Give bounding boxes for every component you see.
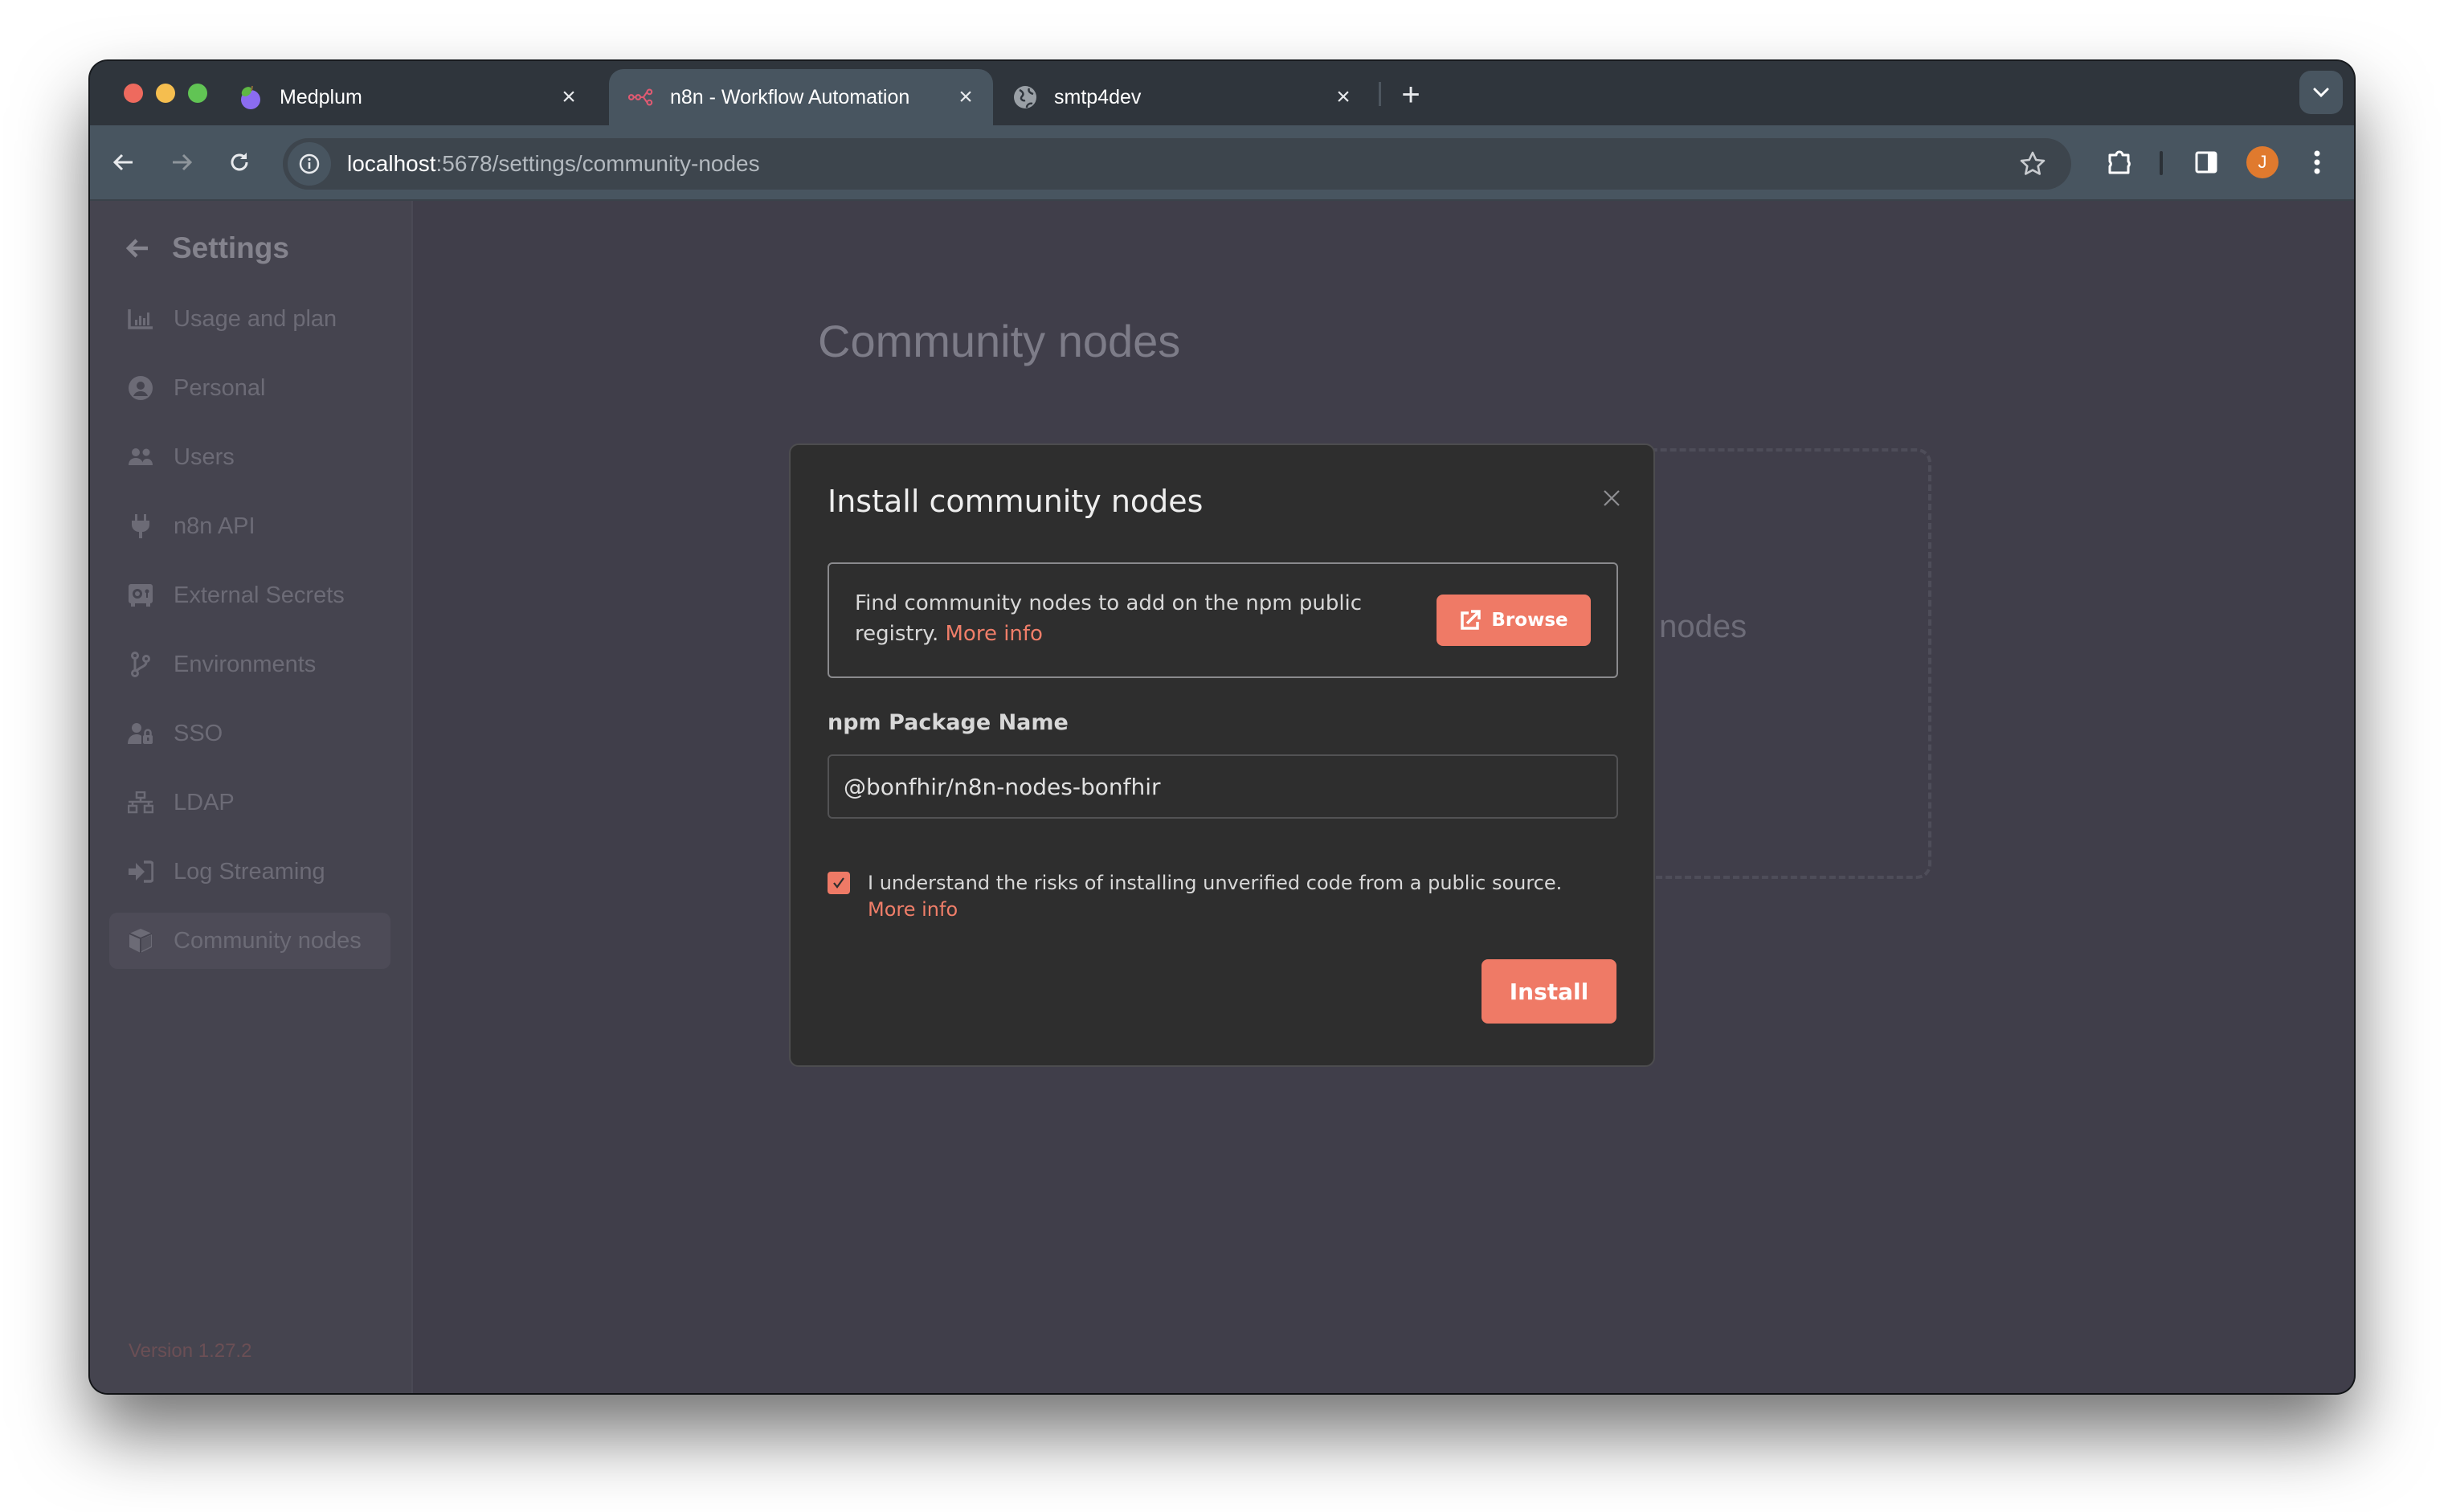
side-panel-icon <box>2195 151 2217 174</box>
arrow-left-icon[interactable] <box>125 235 151 261</box>
new-tab-button[interactable]: + <box>1393 77 1428 112</box>
close-tab-icon[interactable]: × <box>553 81 585 113</box>
close-window-button[interactable] <box>124 84 143 103</box>
vault-icon <box>127 582 154 609</box>
tab-separator <box>1379 82 1381 106</box>
tab-smtp4dev[interactable]: smtp4dev × <box>993 69 1371 125</box>
plug-icon <box>127 513 154 540</box>
sidebar-item-community-nodes[interactable]: Community nodes <box>109 913 390 969</box>
info-text: Find community nodes to add on the npm p… <box>855 588 1401 649</box>
users-icon <box>127 443 154 471</box>
risk-more-info-link[interactable]: More info <box>868 898 958 921</box>
bookmark-star-icon[interactable] <box>2015 146 2050 182</box>
sidebar-item-ldap[interactable]: LDAP <box>109 774 390 831</box>
close-icon <box>1604 490 1620 506</box>
risk-acknowledge-checkbox[interactable] <box>828 872 850 894</box>
sidebar-item-label: LDAP <box>174 789 235 815</box>
back-button[interactable] <box>104 143 143 182</box>
forward-button[interactable] <box>162 143 201 182</box>
risk-acknowledge-label[interactable]: I understand the risks of installing unv… <box>868 868 1562 898</box>
dialog-close-button[interactable] <box>1597 484 1626 513</box>
site-info-icon[interactable] <box>288 142 331 186</box>
settings-sidebar: Settings Usage and plan Personal Users n… <box>90 201 413 1393</box>
user-circle-icon <box>127 374 154 402</box>
close-tab-icon[interactable]: × <box>1327 81 1359 113</box>
extensions-button[interactable] <box>2100 143 2139 182</box>
settings-header[interactable]: Settings <box>125 231 289 265</box>
arrow-right-icon <box>173 153 193 171</box>
profile-avatar[interactable]: J <box>2246 146 2278 178</box>
external-link-icon <box>1461 610 1482 630</box>
url-path: :5678/settings/community-nodes <box>435 151 760 176</box>
sidebar-item-personal[interactable]: Personal <box>109 360 390 416</box>
sign-in-icon <box>127 858 154 885</box>
sidebar-item-log-streaming[interactable]: Log Streaming <box>109 844 390 900</box>
git-branch-icon <box>127 651 154 678</box>
globe-icon <box>1012 84 1038 110</box>
sidebar-item-external-secrets[interactable]: External Secrets <box>109 567 390 623</box>
sidebar-item-label: Personal <box>174 374 266 401</box>
sidebar-item-label: SSO <box>174 720 223 746</box>
dialog-title: Install community nodes <box>828 484 1204 519</box>
page-title: Community nodes <box>818 316 1181 366</box>
chevron-down-icon <box>2313 88 2329 98</box>
tab-strip: Medplum × n8n - Workflow Automation × sm… <box>90 61 2354 125</box>
install-button[interactable]: Install <box>1482 959 1616 1024</box>
package-name-input[interactable] <box>828 754 1618 819</box>
sidebar-item-sso[interactable]: SSO <box>109 705 390 762</box>
browser-menu-button[interactable] <box>2298 143 2336 182</box>
checkmark-icon <box>833 877 844 889</box>
info-description: Find community nodes to add on the npm p… <box>855 591 1363 646</box>
browser-toolbar: localhost:5678/settings/community-nodes … <box>90 125 2354 201</box>
cube-icon <box>127 927 154 954</box>
address-bar[interactable]: localhost:5678/settings/community-nodes <box>283 138 2071 190</box>
bar-chart-icon <box>127 305 154 333</box>
install-community-nodes-dialog: Install community nodes Find community n… <box>789 443 1655 1067</box>
side-panel-button[interactable] <box>2187 143 2225 182</box>
sidebar-item-label: External Secrets <box>174 582 345 608</box>
info-panel: Find community nodes to add on the npm p… <box>828 562 1618 678</box>
sidebar-item-users[interactable]: Users <box>109 429 390 485</box>
maximize-window-button[interactable] <box>188 84 207 103</box>
close-tab-icon[interactable]: × <box>950 81 982 113</box>
sidebar-item-label: Log Streaming <box>174 858 325 885</box>
sidebar-item-n8n-api[interactable]: n8n API <box>109 498 390 554</box>
user-lock-icon <box>127 720 154 747</box>
tab-title: smtp4dev <box>1054 85 1142 108</box>
toolbar-divider <box>2160 151 2163 175</box>
n8n-logo-icon <box>628 84 654 110</box>
url-text: localhost:5678/settings/community-nodes <box>347 151 760 177</box>
minimize-window-button[interactable] <box>156 84 175 103</box>
more-info-link[interactable]: More info <box>945 622 1042 646</box>
tab-title: Medplum <box>280 85 362 108</box>
package-name-label: npm Package Name <box>828 710 1069 735</box>
sidebar-item-label: Community nodes <box>174 927 362 954</box>
reload-button[interactable] <box>220 143 259 182</box>
browse-button[interactable]: Browse <box>1437 595 1591 646</box>
puzzle-icon <box>2108 150 2131 174</box>
tab-medplum[interactable]: Medplum × <box>219 69 596 125</box>
tab-search-button[interactable] <box>2299 71 2343 114</box>
network-icon <box>127 789 154 816</box>
sidebar-item-usage-and-plan[interactable]: Usage and plan <box>109 291 390 347</box>
version-label: Version 1.27.2 <box>129 1340 252 1362</box>
sidebar-item-environments[interactable]: Environments <box>109 636 390 693</box>
arrow-left-icon <box>112 153 133 171</box>
sidebar-item-label: Users <box>174 443 235 470</box>
sidebar-item-label: Usage and plan <box>174 305 337 332</box>
browser-window: Medplum × n8n - Workflow Automation × sm… <box>90 61 2354 1393</box>
settings-title: Settings <box>172 231 289 264</box>
browse-label: Browse <box>1491 610 1568 631</box>
tab-title: n8n - Workflow Automation <box>670 85 910 108</box>
reload-icon <box>231 153 248 171</box>
more-vertical-icon <box>2314 150 2320 174</box>
tab-n8n[interactable]: n8n - Workflow Automation × <box>609 69 993 125</box>
sidebar-item-label: Environments <box>174 651 317 677</box>
sidebar-item-label: n8n API <box>174 513 255 539</box>
plum-icon <box>238 84 264 110</box>
url-host: localhost <box>347 151 436 176</box>
